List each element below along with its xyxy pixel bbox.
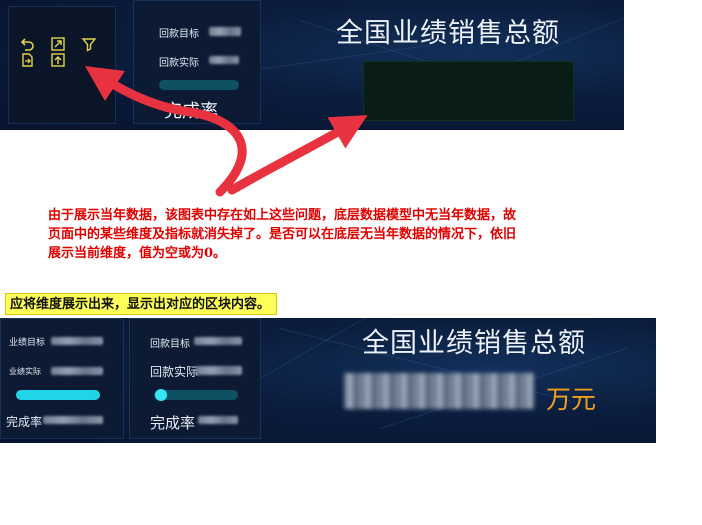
- total-sales-value: [344, 373, 534, 409]
- collection-actual-value: [196, 366, 242, 375]
- collection-progress-knob: [155, 389, 167, 401]
- collection-completion-rate-label: 完成率: [150, 415, 196, 432]
- maximize-icon[interactable]: [50, 36, 66, 52]
- arrow-to-empty-block: [227, 115, 368, 195]
- sales-target-label: 业绩目标: [9, 337, 46, 347]
- top-panel-title: 全国业绩销售总额: [336, 18, 560, 48]
- upload-icon[interactable]: [50, 52, 66, 68]
- highlight-note: 应将维度展示出来，显示出对应的区块内容。: [5, 293, 278, 315]
- collection-completion-rate-value: [198, 416, 238, 424]
- bottom-dashboard-panel: 业绩目标 业绩实际 完成率 回款目标 回款实际 完成率 全国业绩销售总额 万元: [0, 318, 656, 443]
- collection-card: 回款目标 回款实际 完成率: [133, 0, 261, 124]
- filter-icon[interactable]: [81, 36, 97, 52]
- collection-target-label: 回款目标: [159, 29, 199, 40]
- empty-total-block: [363, 61, 574, 121]
- sales-card: 业绩目标 业绩实际 完成率: [0, 318, 124, 439]
- completion-rate-label: 完成率: [164, 101, 218, 121]
- sales-completion-rate-value: [43, 416, 103, 424]
- sales-target-value: [51, 337, 103, 345]
- collection-actual-value: [209, 56, 239, 64]
- collection-actual-label: 回款实际: [159, 58, 199, 69]
- sales-progress-fill: [16, 390, 100, 400]
- collection-target-label: 回款目标: [150, 339, 190, 350]
- toolbar-card: [8, 6, 116, 124]
- unit-label: 万元: [546, 386, 597, 414]
- collection-target-value: [209, 27, 241, 36]
- export-icon[interactable]: [19, 52, 35, 68]
- bottom-panel-title: 全国业绩销售总额: [362, 328, 586, 358]
- undo-icon[interactable]: [19, 36, 35, 52]
- collection-target-value: [194, 337, 242, 345]
- collection-card: 回款目标 回款实际 完成率: [129, 318, 261, 439]
- sales-actual-label: 业绩实际: [9, 367, 41, 376]
- annotation-text: 由于展示当年数据，该图表中存在如上这些问题，底层数据模型中无当年数据，故页面中的…: [48, 208, 517, 261]
- top-dashboard-panel: 回款目标 回款实际 完成率 全国业绩销售总额: [0, 0, 624, 130]
- sales-completion-rate-label: 完成率: [6, 415, 43, 429]
- collection-actual-label: 回款实际: [150, 365, 199, 379]
- sales-actual-value: [51, 367, 103, 375]
- collection-progress-bar: [159, 80, 239, 90]
